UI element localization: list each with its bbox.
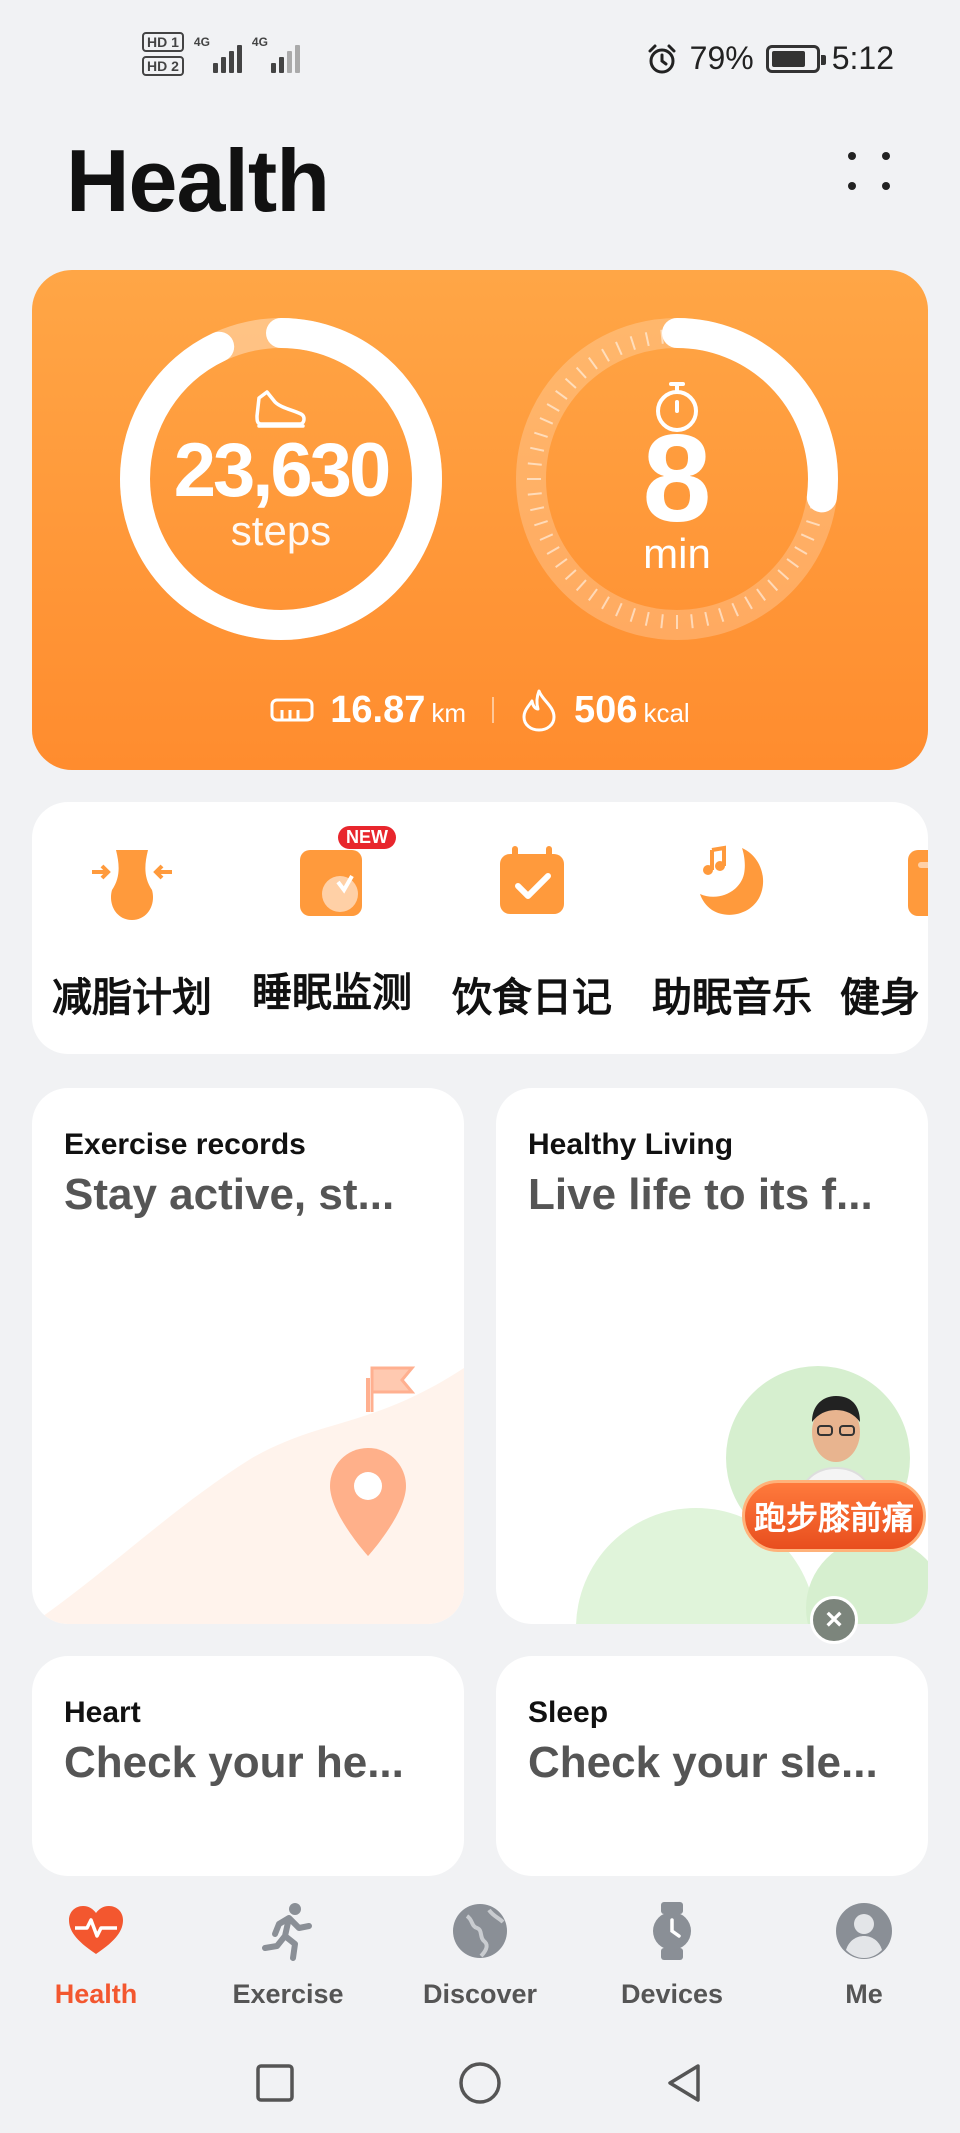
heart-card[interactable]: Heart Check your he... <box>32 1656 464 1876</box>
hd1-label: HD 1 <box>142 32 184 52</box>
floating-promo-widget[interactable]: 跑步膝前痛 <box>742 1386 926 1566</box>
tab-label: Health <box>54 1979 138 2009</box>
close-promo-button[interactable]: × <box>810 1596 858 1644</box>
battery-percent: 79% <box>689 40 754 76</box>
activity-summary-card[interactable]: 23,630 steps 8 min 16.87 km 506 kcal <box>32 270 928 770</box>
tab-health[interactable]: Health <box>16 1900 176 2010</box>
clock: 5:12 <box>831 40 894 76</box>
steps-ring[interactable]: 23,630 steps <box>118 316 444 642</box>
more-options-button[interactable] <box>848 146 894 196</box>
tab-discover[interactable]: Discover <box>400 1900 560 2010</box>
moon-music-icon <box>700 845 764 915</box>
calories-display: 506 kcal <box>574 689 690 732</box>
hd2-label: HD 2 <box>142 56 184 76</box>
quick-action-fitness[interactable]: 健身 <box>832 832 928 1023</box>
back-icon[interactable] <box>660 2058 710 2108</box>
recent-apps-icon[interactable] <box>250 2058 300 2108</box>
signal-icon: 4G <box>194 35 242 73</box>
calories-unit: kcal <box>643 697 690 728</box>
quick-action-diet-diary[interactable]: 饮食日记 <box>432 832 632 1023</box>
card-subtitle: Check your he... <box>64 1738 404 1787</box>
page-title: Health <box>66 131 330 230</box>
hero-stats: 16.87 km 506 kcal <box>32 688 928 732</box>
tab-label: Devices <box>620 1979 724 2009</box>
network-indicators: HD 1 HD 2 4G 4G <box>142 32 300 76</box>
card-subtitle: Stay active, st... <box>64 1170 395 1219</box>
steps-text: 23,630 steps <box>118 316 444 642</box>
ruler-icon <box>270 698 314 722</box>
waist-icon <box>92 850 172 920</box>
exercise-records-card[interactable]: Exercise records Stay active, st... <box>32 1088 464 1624</box>
bottom-tab-bar: Health Exercise Discover Devices Me <box>0 1876 960 2009</box>
map-illustration <box>32 1366 464 1624</box>
quick-action-sleep-music[interactable]: 助眠音乐 <box>632 832 832 1023</box>
active-minutes-ring[interactable]: 8 min <box>514 316 840 642</box>
tab-label: Discover <box>422 1979 538 2009</box>
status-right: 79% 5:12 <box>646 40 894 77</box>
page-header: Health <box>66 130 894 230</box>
quick-action-sleep-monitoring[interactable]: NEW 睡眠监测 <box>232 826 432 1018</box>
card-title: Sleep <box>528 1696 609 1729</box>
card-title: Exercise records <box>64 1128 306 1161</box>
stats-divider <box>492 697 495 723</box>
distance-display: 16.87 km <box>330 689 466 732</box>
calendar-check-icon <box>500 846 564 914</box>
tab-label: Me <box>845 1979 883 2009</box>
steps-unit: steps <box>230 507 332 554</box>
promo-label: 跑步膝前痛 <box>742 1480 926 1552</box>
shoe-icon <box>255 390 306 428</box>
tab-me[interactable]: Me <box>784 1900 944 2010</box>
quick-action-label: 减脂计划 <box>52 975 212 1021</box>
card-subtitle: Live life to its f... <box>528 1170 873 1219</box>
runner-icon <box>262 1903 312 1961</box>
alarm-icon <box>648 44 676 73</box>
home-icon[interactable] <box>455 2058 505 2108</box>
quick-action-label: 睡眠监测 <box>252 970 412 1016</box>
quick-action-label: 助眠音乐 <box>652 975 812 1021</box>
system-navigation-bar <box>0 2040 960 2130</box>
calories-value: 506 <box>574 688 638 731</box>
sleep-monitor-icon: NEW <box>282 826 396 932</box>
net2-label: 4G <box>251 35 268 49</box>
stopwatch-icon <box>656 382 698 432</box>
close-icon: × <box>825 1603 843 1636</box>
tab-label: Exercise <box>232 1979 344 2009</box>
hd-indicators: HD 1 HD 2 <box>142 32 184 76</box>
quick-action-fat-loss-plan[interactable]: 减脂计划 <box>32 832 232 1023</box>
flame-icon <box>522 689 556 732</box>
globe-icon <box>453 1904 507 1958</box>
watch-icon <box>653 1902 691 1960</box>
distance-unit: km <box>431 697 467 728</box>
sleep-card[interactable]: Sleep Check your sle... <box>496 1656 928 1876</box>
quick-action-label: 饮食日记 <box>452 975 612 1021</box>
card-title: Healthy Living <box>528 1128 734 1161</box>
distance-value: 16.87 <box>330 688 426 731</box>
quick-action-label: 健身 <box>840 975 920 1021</box>
heart-pulse-icon <box>69 1906 123 1954</box>
net1-label: 4G <box>193 35 210 49</box>
battery-icon <box>765 44 826 73</box>
active-minutes-value: 8 <box>642 410 712 548</box>
fitness-icon <box>908 850 928 916</box>
quick-actions-strip[interactable]: 减脂计划 NEW 睡眠监测 饮食日记 助眠音乐 健身 <box>32 802 928 1054</box>
new-badge: NEW <box>338 826 396 849</box>
person-icon <box>836 1903 892 1959</box>
status-bar: HD 1 HD 2 4G 4G 79% 5:12 <box>0 0 960 120</box>
signal-icon-2: 4G <box>252 35 300 73</box>
card-title: Heart <box>64 1696 141 1729</box>
active-minutes-unit: min <box>643 530 711 577</box>
card-subtitle: Check your sle... <box>528 1738 878 1787</box>
tab-exercise[interactable]: Exercise <box>208 1900 368 2010</box>
steps-value: 23,630 <box>173 428 391 513</box>
tab-devices[interactable]: Devices <box>592 1900 752 2010</box>
active-minutes-text: 8 min <box>514 316 840 642</box>
